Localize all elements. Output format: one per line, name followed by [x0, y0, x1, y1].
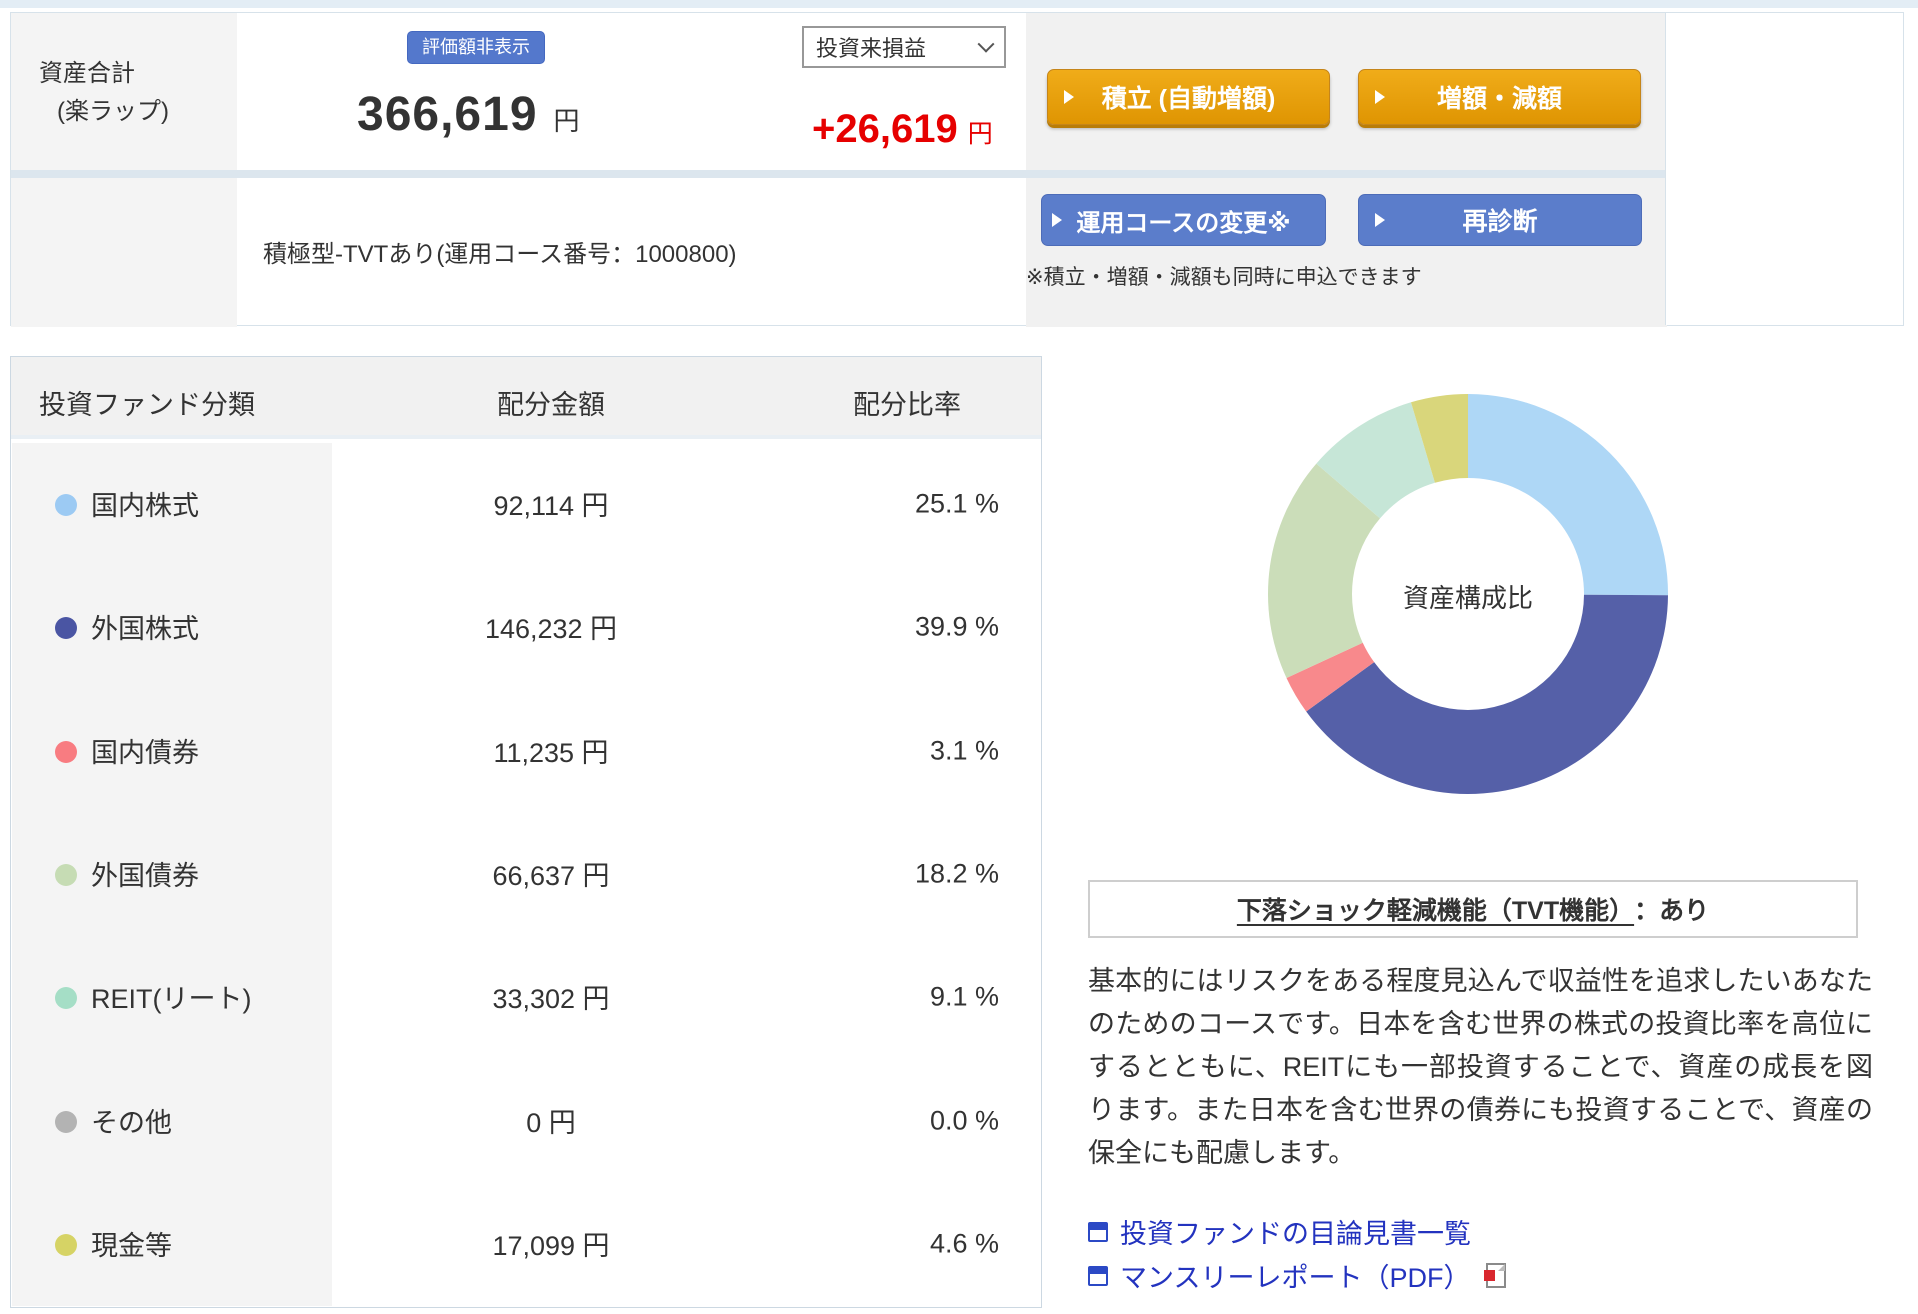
header-fund-category: 投資ファンド分類 — [39, 390, 255, 420]
table-row: その他 0 円 0.0 % — [11, 1060, 1041, 1183]
course-value: 積極型-TVTあり(運用コース番号：1000800) — [263, 241, 737, 268]
allocation-ratio: 25.1 % — [914, 487, 999, 518]
header-allocation-ratio: 配分比率 — [853, 390, 961, 420]
arrow-right-icon — [1064, 90, 1074, 104]
allocation-amount: 33,302 円 — [492, 984, 610, 1015]
course-label-cell: 運用コース — [11, 178, 237, 445]
fund-category-label: 外国株式 — [91, 614, 199, 645]
chevron-down-icon — [977, 35, 995, 53]
top-strip — [0, 0, 1918, 8]
table-row: 国内債券 11,235 円 3.1 % — [11, 690, 1041, 813]
table-header-row: 投資ファンド分類 配分金額 配分比率 — [11, 357, 1041, 439]
donut-segment-外国株式 — [1306, 594, 1668, 794]
tvt-feature-title: 下落ショック軽減機能（TVT機能） — [1236, 897, 1635, 925]
category-color-dot — [55, 493, 77, 516]
allocation-ratio: 4.6 % — [929, 1228, 999, 1259]
allocation-amount: 11,235 円 — [493, 737, 609, 768]
table-row: 外国債券 66,637 円 18.2 % — [11, 813, 1041, 936]
profit-row: +26,619 円 — [812, 107, 993, 152]
change-count-panel: 変更可能回数 ? 12 回 — [1665, 13, 1903, 325]
allocation-amount: 92,114 円 — [493, 490, 609, 521]
increase-decrease-button-label: 増額・減額 — [1436, 85, 1562, 113]
tsumitate-button-label: 積立 (自動増額) — [1101, 85, 1276, 113]
category-color-dot — [55, 1110, 77, 1133]
tvt-feature-box: 下落ショック軽減機能（TVT機能） ：あり — [1088, 880, 1858, 938]
simultaneous-application-note: ※積立・増額・減額も同時に申込できます — [1026, 266, 1422, 289]
prospectus-link[interactable]: 投資ファンドの目論見書一覧 — [1088, 1212, 1471, 1251]
allocation-amount: 0 円 — [526, 1107, 576, 1138]
table-row: REIT(リート) 33,302 円 9.1 % — [11, 937, 1041, 1060]
asset-total-label: 資産合計 — [39, 60, 135, 87]
category-color-dot — [55, 987, 77, 1010]
fund-category-label: 外国債券 — [91, 860, 199, 891]
tvt-feature-status: ：あり — [1634, 897, 1710, 925]
category-color-dot — [55, 863, 77, 886]
asset-total-label-cell: 資産合計 (楽ラップ) — [11, 13, 237, 170]
fund-category-label: 国内株式 — [91, 490, 199, 521]
donut-center-label: 資産構成比 — [1402, 583, 1533, 613]
header-allocation-amount: 配分金額 — [497, 390, 605, 420]
arrow-right-icon — [1375, 213, 1385, 227]
prospectus-link-label: 投資ファンドの目論見書一覧 — [1120, 1219, 1471, 1249]
category-color-dot — [55, 1234, 77, 1257]
rediagnosis-button-label: 再診断 — [1462, 208, 1538, 236]
fund-category-label: 国内債券 — [91, 737, 199, 768]
allocation-ratio: 3.1 % — [929, 734, 999, 765]
course-change-button-label: 運用コースの変更※ — [1076, 209, 1291, 237]
window-icon — [1088, 1221, 1108, 1242]
table-row: 現金等 17,099 円 4.6 % — [11, 1184, 1041, 1307]
course-description: 基本的にはリスクをある程度見込んで収益性を追求したいあなたのためのコースです。日… — [1088, 966, 1873, 1168]
allocation-ratio: 9.1 % — [929, 981, 999, 1012]
asset-total-sublabel: (楽ラップ) — [57, 98, 169, 125]
profit-period-selected-value: 投資来損益 — [816, 36, 927, 61]
category-color-dot — [55, 740, 77, 763]
total-amount-row: 366,619 円 — [357, 87, 580, 142]
fund-category-label: その他 — [91, 1107, 172, 1138]
table-row: 国内株式 92,114 円 25.1 % — [11, 443, 1041, 566]
hide-valuation-button[interactable]: 評価額非表示 — [407, 31, 545, 64]
profit-unit: 円 — [967, 120, 993, 148]
category-color-dot — [55, 617, 77, 640]
profit-period-select[interactable]: 投資来損益 — [802, 26, 1006, 68]
table-row: 外国株式 146,232 円 39.9 % — [11, 566, 1041, 689]
monthly-report-link-label: マンスリーレポート（PDF） — [1120, 1263, 1471, 1293]
fund-category-label: 現金等 — [91, 1231, 172, 1262]
total-amount-value: 366,619 — [357, 88, 538, 141]
arrow-right-icon — [1052, 213, 1062, 227]
allocation-ratio: 0.0 % — [929, 1105, 999, 1136]
asset-summary-box: 資産合計 (楽ラップ) 運用コース 評価額非表示 366,619 円 投資来損益… — [10, 12, 1904, 445]
allocation-amount: 146,232 円 — [484, 614, 618, 645]
total-amount-unit: 円 — [553, 106, 580, 136]
donut-segment-国内株式 — [1468, 394, 1668, 596]
increase-decrease-button[interactable]: 増額・減額 — [1358, 69, 1641, 125]
allocation-ratio: 18.2 % — [914, 858, 999, 889]
profit-value: +26,619 — [812, 107, 958, 151]
allocation-amount: 66,637 円 — [492, 860, 610, 891]
fund-category-label: REIT(リート) — [91, 984, 252, 1015]
fund-allocation-table: 投資ファンド分類 配分金額 配分比率 国内株式 92,114 円 25.1 % 外国株… — [10, 356, 1042, 1308]
course-change-button[interactable]: 運用コースの変更※ — [1041, 194, 1326, 246]
row-separator — [11, 170, 1667, 178]
rediagnosis-button[interactable]: 再診断 — [1358, 194, 1642, 246]
allocation-ratio: 39.9 % — [914, 611, 999, 642]
tsumitate-button[interactable]: 積立 (自動増額) — [1047, 69, 1330, 125]
page: 資産合計 (楽ラップ) 運用コース 評価額非表示 366,619 円 投資来損益… — [0, 0, 1918, 1314]
window-icon — [1088, 1265, 1108, 1286]
fund-table-body: 国内株式 92,114 円 25.1 % 外国株式 146,232 円 39.9 % 国内債… — [11, 443, 1041, 1307]
allocation-amount: 17,099 円 — [492, 1231, 610, 1262]
pdf-icon — [1484, 1263, 1507, 1288]
arrow-right-icon — [1375, 90, 1385, 104]
monthly-report-link[interactable]: マンスリーレポート（PDF） — [1088, 1256, 1507, 1295]
